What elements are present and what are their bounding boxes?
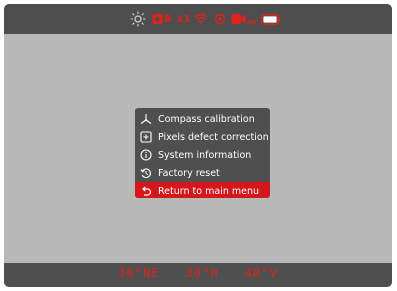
orientation-readouts: 30°NE 30°H 40°V xyxy=(4,266,392,284)
battery-icon xyxy=(261,11,281,27)
brightness-icon xyxy=(130,11,146,27)
heading-readout: 30°NE xyxy=(118,266,160,280)
pixel-plus-icon xyxy=(140,131,152,143)
recording-icon xyxy=(231,13,246,25)
menu-item-factory-reset[interactable]: Factory reset xyxy=(135,164,270,182)
return-icon xyxy=(140,185,152,197)
menu-item-compass-calibration[interactable]: Compass calibration xyxy=(135,110,270,128)
compass-icon xyxy=(140,113,152,125)
vertical-angle-readout: 40°V xyxy=(244,266,278,280)
menu-item-system-information[interactable]: System information xyxy=(135,146,270,164)
menu-item-label: Pixels defect correction xyxy=(158,131,269,143)
settings-menu: Compass calibration Pixels defect correc… xyxy=(135,108,270,198)
menu-item-pixels-defect-correction[interactable]: Pixels defect correction xyxy=(135,128,270,146)
reset-icon xyxy=(140,167,152,179)
display-mode-label: B xyxy=(164,13,172,25)
menu-item-label: Factory reset xyxy=(158,167,220,179)
menu-item-label: Return to main menu xyxy=(158,185,259,197)
display-mode-indicator: B xyxy=(152,11,172,27)
menu-item-label: System information xyxy=(158,149,252,161)
menu-item-return-to-main-menu[interactable]: Return to main menu xyxy=(135,182,270,198)
info-icon xyxy=(140,149,152,161)
wifi-icon xyxy=(194,11,208,27)
horizontal-angle-readout: 30°H xyxy=(185,266,219,280)
viewfinder-screen: B x1 REC Compass calibration Pixels defe… xyxy=(4,4,392,287)
rec-sub-label: REC xyxy=(247,20,258,26)
menu-item-label: Compass calibration xyxy=(158,113,255,125)
device-frame: B x1 REC Compass calibration Pixels defe… xyxy=(0,0,397,291)
zoom-label: x1 xyxy=(177,13,191,25)
recording-indicator: REC xyxy=(231,11,258,27)
eye-icon xyxy=(213,11,227,27)
status-bar: B x1 REC xyxy=(4,4,392,34)
orientation-bar: 30°NE 30°H 40°V xyxy=(4,263,392,287)
battery-rec-icon xyxy=(152,13,163,25)
